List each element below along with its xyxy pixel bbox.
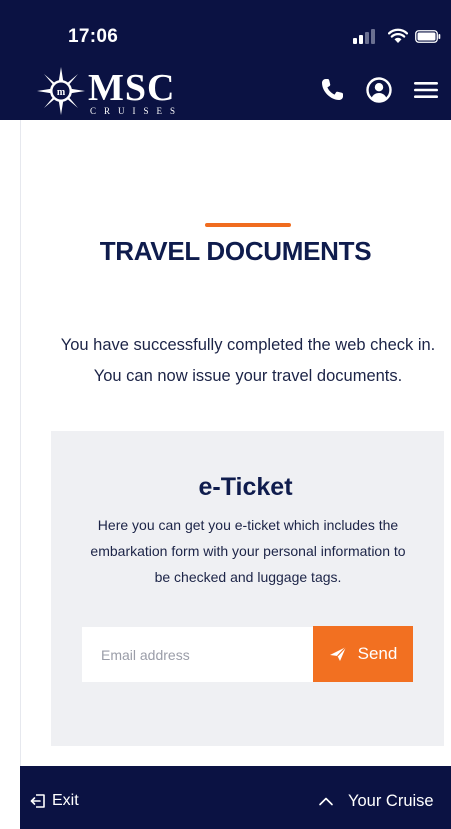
e-ticket-description: Here you can get you e-ticket which incl… [90, 517, 406, 585]
intro-text: You have successfully completed the web … [60, 336, 436, 385]
msc-logo[interactable]: m MSC CRUISES [36, 66, 196, 118]
title-accent-bar [205, 223, 291, 227]
signal-icon [353, 29, 375, 44]
your-cruise-label: Your Cruise [348, 791, 434, 810]
e-ticket-title: e-Ticket [198, 473, 293, 501]
svg-text:m: m [57, 87, 66, 98]
compass-rose-icon: m [37, 67, 85, 115]
menu-icon[interactable] [412, 76, 440, 104]
logo-wordmark: MSC [88, 67, 176, 109]
exit-icon [30, 794, 45, 808]
status-icons [352, 28, 444, 46]
send-button[interactable]: Send [313, 626, 413, 682]
status-time: 17:06 [68, 26, 119, 47]
your-cruise-button[interactable]: Your Cruise [318, 790, 434, 812]
exit-label: Exit [52, 792, 79, 809]
paper-plane-icon [329, 646, 347, 661]
send-button-label: Send [357, 644, 398, 663]
email-field[interactable] [82, 627, 314, 682]
wifi-icon [388, 28, 408, 43]
page-title: TRAVEL DOCUMENTS [99, 236, 372, 266]
chevron-up-icon [319, 797, 333, 806]
user-icon[interactable] [365, 76, 393, 104]
phone-icon[interactable] [318, 76, 346, 104]
battery-icon [415, 30, 441, 43]
logo-subtext: CRUISES [90, 106, 184, 116]
exit-button[interactable]: Exit [30, 790, 79, 812]
status-bar: 17:06 [0, 0, 451, 60]
